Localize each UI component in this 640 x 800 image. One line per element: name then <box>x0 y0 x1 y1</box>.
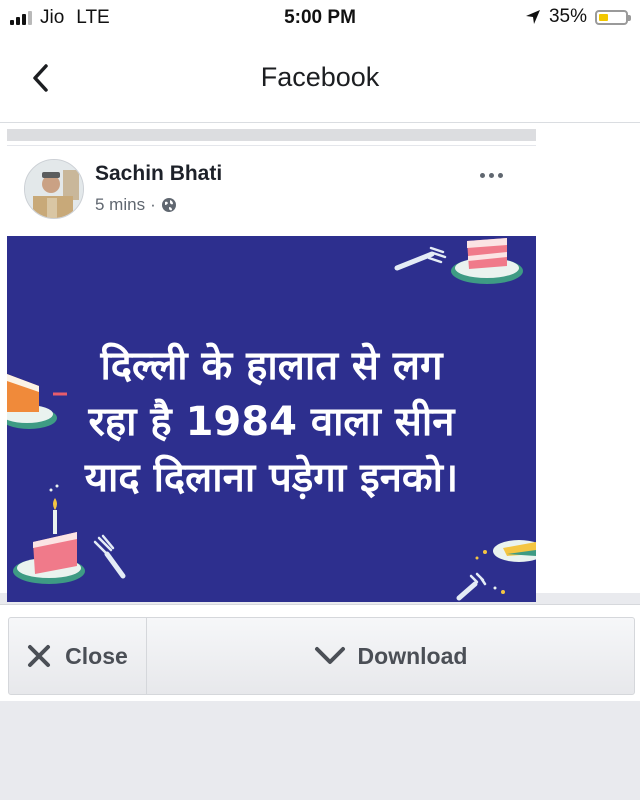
location-arrow-icon <box>525 10 540 24</box>
page-title: Facebook <box>260 62 380 92</box>
meta-separator: · <box>150 195 156 214</box>
caption-line-3: याद दिलाना पड़ेगा इनको। <box>84 455 459 501</box>
divider-strip <box>7 129 536 141</box>
caption-line-1: दिल्ली के हालात से लग <box>100 343 443 389</box>
chevron-down-icon <box>314 647 345 664</box>
battery-percent: 35% <box>548 6 587 27</box>
avatar[interactable] <box>24 159 84 219</box>
feed-area: Sachin Bhati 5 mins · दिल्ली के हालात से… <box>0 123 640 602</box>
action-bar-inner: Close Download <box>8 617 635 695</box>
action-bar: Close Download <box>0 604 640 702</box>
post-meta: 5 mins · <box>95 195 177 215</box>
download-button[interactable]: Download <box>147 618 634 694</box>
download-label: Download <box>357 642 468 669</box>
post-time[interactable]: 5 mins <box>95 195 145 215</box>
close-button[interactable]: Close <box>9 618 147 694</box>
post-image[interactable]: दिल्ली के हालात से लग रहा है 1984 वाला स… <box>7 236 536 602</box>
author-name[interactable]: Sachin Bhati <box>95 162 222 186</box>
background-area <box>0 701 640 800</box>
close-icon <box>28 645 51 667</box>
status-right: 35% <box>525 6 631 28</box>
close-label: Close <box>65 642 128 669</box>
nav-bar: Facebook <box>0 36 640 123</box>
battery-level <box>599 13 608 21</box>
globe-icon <box>161 198 176 212</box>
post-card: Sachin Bhati 5 mins · दिल्ली के हालात से… <box>7 145 536 602</box>
avatar-image <box>25 160 83 218</box>
battery-icon <box>595 9 631 25</box>
ellipsis-dot <box>489 172 494 178</box>
ellipsis-dot <box>498 172 503 178</box>
more-options-button[interactable] <box>480 168 510 182</box>
ellipsis-icon <box>480 172 485 178</box>
caption-line-2: रहा है 1984 वाला सीन <box>88 399 455 445</box>
status-bar: Jio LTE 5:00 PM 35% <box>0 0 640 36</box>
image-caption: दिल्ली के हालात से लग रहा है 1984 वाला स… <box>7 338 536 506</box>
